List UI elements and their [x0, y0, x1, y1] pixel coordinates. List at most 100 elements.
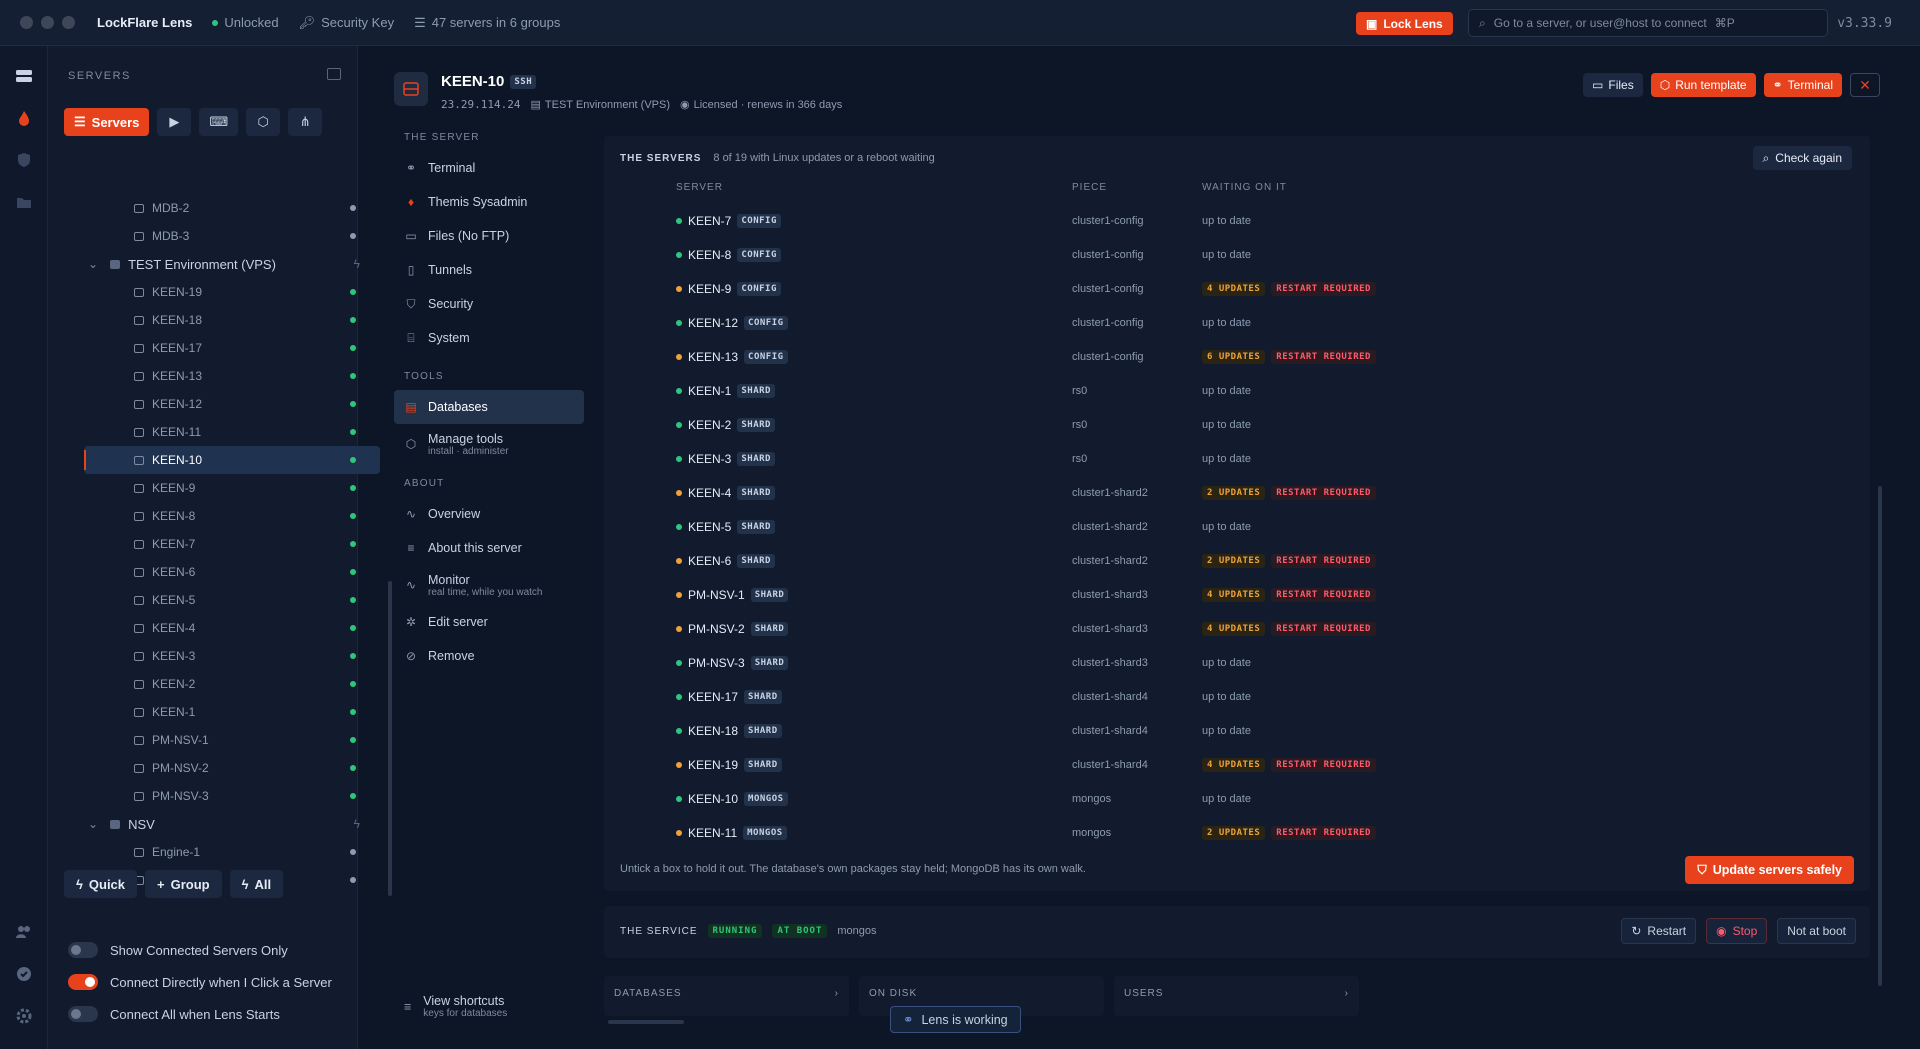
- table-row[interactable]: KEEN-1 SHARD rs0 up to date: [604, 374, 1870, 408]
- table-row[interactable]: KEEN-13 CONFIG cluster1-config 6 UPDATES RES…: [604, 340, 1870, 374]
- tree-server-item[interactable]: KEEN-12: [84, 390, 380, 418]
- tree-server-item[interactable]: KEEN-9: [84, 474, 380, 502]
- users-rail-icon[interactable]: [14, 922, 34, 942]
- zoom-window-button[interactable]: [62, 16, 75, 29]
- nav-files[interactable]: ▭ Files (No FTP): [394, 219, 584, 253]
- switch[interactable]: [68, 942, 98, 958]
- toggle-connected-only[interactable]: Show Connected Servers Only: [68, 934, 332, 966]
- table-row[interactable]: KEEN-17 SHARD cluster1-shard4 up to date: [604, 680, 1870, 714]
- sidebar-scrollbar[interactable]: [388, 581, 392, 896]
- tree-server-item[interactable]: KEEN-4: [84, 614, 380, 642]
- table-row[interactable]: KEEN-11 MONGOS mongos 2 UPDATES RESTART REQU…: [604, 816, 1870, 850]
- table-row[interactable]: KEEN-3 SHARD rs0 up to date: [604, 442, 1870, 476]
- table-row[interactable]: KEEN-19 SHARD cluster1-shard4 4 UPDATES REST…: [604, 748, 1870, 782]
- nav-monitor[interactable]: ∿ Monitor real time, while you watch: [394, 565, 584, 605]
- flame-rail-icon[interactable]: [14, 108, 34, 128]
- bolt-icon[interactable]: ϟ: [354, 257, 360, 271]
- tab-code[interactable]: ⌨: [199, 108, 239, 136]
- view-shortcuts[interactable]: ≡ View shortcuts keys for databases: [404, 994, 507, 1019]
- cards-scrollbar[interactable]: [608, 1020, 684, 1024]
- tree-server-item[interactable]: KEEN-18: [84, 306, 380, 334]
- window-controls[interactable]: [20, 16, 75, 29]
- chevron-down-icon[interactable]: ⌄: [88, 257, 98, 271]
- tree-group[interactable]: ⌄ TEST Environment (VPS) ϟ: [84, 250, 380, 278]
- tree-group[interactable]: ⌄ NSV ϟ: [84, 810, 380, 838]
- tab-servers[interactable]: ☰ Servers: [64, 108, 150, 136]
- files-button[interactable]: ▭ Files: [1583, 73, 1643, 97]
- tree-server-item[interactable]: KEEN-11: [84, 418, 380, 446]
- table-row[interactable]: KEEN-7 CONFIG cluster1-config up to date: [604, 204, 1870, 238]
- restart-button[interactable]: ↻ Restart: [1621, 918, 1697, 944]
- tree-server-item[interactable]: KEEN-19: [84, 278, 380, 306]
- table-row[interactable]: PM-NSV-3 SHARD cluster1-shard3 up to date: [604, 646, 1870, 680]
- table-row[interactable]: KEEN-18 SHARD cluster1-shard4 up to date: [604, 714, 1870, 748]
- close-window-button[interactable]: [20, 16, 33, 29]
- collapse-sidebar-icon[interactable]: [327, 68, 341, 80]
- nav-system[interactable]: ⌸ System: [394, 321, 584, 355]
- servers-rail-icon[interactable]: [14, 66, 34, 86]
- nav-themis[interactable]: ♦ Themis Sysadmin: [394, 185, 584, 219]
- tab-packages[interactable]: ⬡: [246, 108, 281, 136]
- databases-card[interactable]: DATABASES ›: [604, 976, 849, 1016]
- all-button[interactable]: ϟ All: [229, 870, 284, 898]
- table-row[interactable]: PM-NSV-2 SHARD cluster1-shard3 4 UPDATES RES…: [604, 612, 1870, 646]
- tree-server-item[interactable]: MDB-2: [84, 194, 380, 222]
- tree-server-item[interactable]: PM-NSV-1: [84, 726, 380, 754]
- toggle-connect-direct[interactable]: Connect Directly when I Click a Server: [68, 966, 332, 998]
- tree-server-item[interactable]: KEEN-5: [84, 586, 380, 614]
- table-row[interactable]: PM-NSV-1 SHARD cluster1-shard3 4 UPDATES RES…: [604, 578, 1870, 612]
- nav-tunnels[interactable]: ▯ Tunnels: [394, 253, 584, 287]
- tree-server-item[interactable]: MDB-3: [84, 222, 380, 250]
- tree-server-item[interactable]: PM-NSV-2: [84, 754, 380, 782]
- tree-server-item[interactable]: KEEN-1: [84, 698, 380, 726]
- tab-topology[interactable]: ⋔: [288, 108, 323, 136]
- terminal-button[interactable]: ⚭ Terminal: [1763, 73, 1842, 97]
- verified-rail-icon[interactable]: [14, 964, 34, 984]
- tree-server-item[interactable]: KEEN-8: [84, 502, 380, 530]
- nav-edit[interactable]: ✲ Edit server: [394, 605, 584, 639]
- tree-server-item[interactable]: Engine-1: [84, 838, 380, 866]
- folder-rail-icon[interactable]: [14, 192, 34, 212]
- tree-server-item[interactable]: PM-NSV-3: [84, 782, 380, 810]
- table-row[interactable]: KEEN-5 SHARD cluster1-shard2 up to date: [604, 510, 1870, 544]
- switch[interactable]: [68, 1006, 98, 1022]
- tree-server-item[interactable]: KEEN-13: [84, 362, 380, 390]
- tree-server-item[interactable]: KEEN-3: [84, 642, 380, 670]
- not-at-boot-button[interactable]: Not at boot: [1777, 918, 1856, 944]
- nav-databases[interactable]: ▤ Databases: [394, 390, 584, 424]
- switch[interactable]: [68, 974, 98, 990]
- update-servers-button[interactable]: ⛉ Update servers safely: [1685, 856, 1854, 884]
- chevron-down-icon[interactable]: ⌄: [88, 817, 98, 831]
- minimize-window-button[interactable]: [41, 16, 54, 29]
- gear-icon[interactable]: [14, 1006, 34, 1026]
- table-row[interactable]: KEEN-4 SHARD cluster1-shard2 2 UPDATES RESTA…: [604, 476, 1870, 510]
- lock-lens-button[interactable]: ▣ Lock Lens: [1356, 12, 1453, 35]
- main-scrollbar[interactable]: [1878, 486, 1882, 986]
- check-again-button[interactable]: ⌕ Check again: [1752, 146, 1852, 170]
- tree-server-item[interactable]: KEEN-7: [84, 530, 380, 558]
- search-input[interactable]: ⌕ Go to a server, or user@host to connect…: [1468, 9, 1828, 37]
- table-row[interactable]: KEEN-2 SHARD rs0 up to date: [604, 408, 1870, 442]
- tree-server-item[interactable]: KEEN-2: [84, 670, 380, 698]
- close-icon[interactable]: ✕: [1850, 73, 1880, 97]
- nav-terminal[interactable]: ⚭ Terminal: [394, 151, 584, 185]
- nav-remove[interactable]: ⊘ Remove: [394, 639, 584, 673]
- shield-rail-icon[interactable]: [14, 150, 34, 170]
- nav-manage-tools[interactable]: ⬡ Manage tools install · administer: [394, 424, 584, 464]
- users-card[interactable]: USERS ›: [1114, 976, 1359, 1016]
- tree-server-item[interactable]: KEEN-17: [84, 334, 380, 362]
- table-row[interactable]: KEEN-8 CONFIG cluster1-config up to date: [604, 238, 1870, 272]
- nav-security[interactable]: ⛉ Security: [394, 287, 584, 321]
- stop-button[interactable]: ◉ Stop: [1706, 918, 1768, 944]
- nav-about[interactable]: ≡ About this server: [394, 531, 584, 565]
- bolt-icon[interactable]: ϟ: [354, 817, 360, 831]
- group-button[interactable]: + Group: [145, 870, 222, 898]
- nav-overview[interactable]: ∿ Overview: [394, 497, 584, 531]
- table-row[interactable]: KEEN-12 CONFIG cluster1-config up to date: [604, 306, 1870, 340]
- table-row[interactable]: KEEN-9 CONFIG cluster1-config 4 UPDATES REST…: [604, 272, 1870, 306]
- tab-play[interactable]: ▶: [157, 108, 192, 136]
- tree-server-item[interactable]: KEEN-6: [84, 558, 380, 586]
- toggle-connect-all[interactable]: Connect All when Lens Starts: [68, 998, 332, 1030]
- table-row[interactable]: KEEN-10 MONGOS mongos up to date: [604, 782, 1870, 816]
- run-template-button[interactable]: ⬡ Run template: [1650, 73, 1756, 97]
